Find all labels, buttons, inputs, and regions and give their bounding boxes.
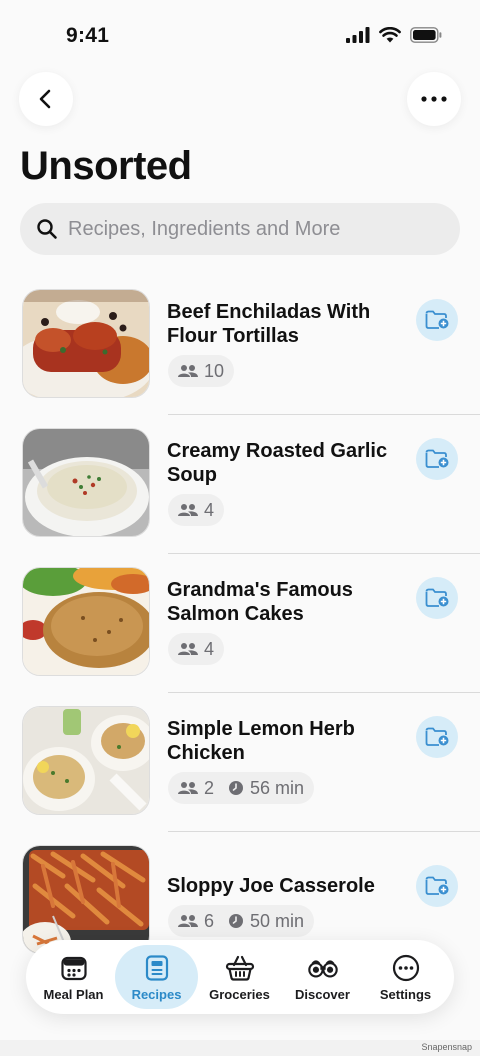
search-bar[interactable]: [20, 203, 460, 255]
cook-time: 56 min: [228, 778, 304, 799]
watermark: Snapensnap: [421, 1042, 472, 1052]
status-time: 9:41: [66, 24, 110, 47]
folder-add-icon: [425, 449, 449, 468]
cook-time-value: 50 min: [250, 910, 305, 931]
tab-bar: Meal Plan Recipes Groceries Discover Set…: [26, 940, 454, 1014]
servings-count: 6: [204, 910, 215, 931]
status-bar: 9:41: [0, 0, 480, 70]
people-icon: [178, 365, 198, 377]
app-screen: 9:41 Unsorted Recipes, Ingredients and M…: [0, 0, 480, 1040]
recipe-photo: [22, 567, 150, 676]
add-to-folder-button[interactable]: [416, 577, 458, 619]
basket-icon: [225, 953, 255, 983]
search-icon: [37, 219, 57, 239]
recipe-meta: 2 56 min: [168, 772, 315, 804]
folder-add-icon: [425, 588, 449, 607]
recipe-meta: 4: [168, 494, 225, 526]
tab-meal-plan[interactable]: Meal Plan: [32, 945, 115, 1009]
more-options-button[interactable]: [407, 72, 461, 126]
cook-time-value: 56 min: [250, 777, 305, 798]
footer-strip: Snapensnap: [0, 1040, 480, 1056]
servings: 2: [178, 778, 214, 799]
recipe-title: Grandma's Famous Salmon Cakes: [167, 579, 353, 625]
servings-count: 2: [204, 777, 215, 798]
recipe-row[interactable]: Creamy Roasted Garlic Soup 4: [0, 415, 480, 554]
recipe-photo: [22, 845, 150, 954]
meal-plan-icon: [59, 953, 89, 983]
tab-label: Groceries: [209, 986, 270, 1002]
recipe-photo: [22, 289, 150, 398]
recipe-photo: [22, 706, 150, 815]
folder-add-icon: [425, 310, 449, 329]
cook-time: 50 min: [228, 911, 304, 932]
tab-label: Meal Plan: [43, 986, 104, 1002]
people-icon: [178, 915, 198, 927]
servings-count: 4: [204, 638, 215, 659]
cellular-signal-icon: [346, 27, 370, 43]
recipe-row[interactable]: Simple Lemon Herb Chicken 2 56 min: [0, 693, 480, 832]
recipe-photo: [22, 428, 150, 537]
tab-groceries[interactable]: Groceries: [198, 945, 281, 1009]
battery-icon: [410, 27, 442, 43]
recipe-meta: 10: [168, 355, 235, 387]
recipe-row[interactable]: Beef Enchiladas With Flour Tortillas 10: [0, 276, 480, 415]
servings: 6: [178, 911, 214, 932]
add-to-folder-button[interactable]: [416, 716, 458, 758]
servings: 4: [178, 639, 214, 660]
recipe-title: Creamy Roasted Garlic Soup: [167, 440, 388, 486]
people-icon: [178, 643, 198, 655]
servings-count: 4: [204, 499, 215, 520]
recipe-meta: 4: [168, 633, 225, 665]
tab-discover[interactable]: Discover: [281, 945, 364, 1009]
recipe-book-icon: [142, 953, 172, 983]
search-input[interactable]: [68, 217, 438, 241]
people-icon: [178, 504, 198, 516]
tab-label: Recipes: [131, 986, 182, 1002]
add-to-folder-button[interactable]: [416, 865, 458, 907]
servings: 4: [178, 500, 214, 521]
status-icons: [346, 27, 442, 43]
folder-add-icon: [425, 876, 449, 895]
back-button[interactable]: [19, 72, 73, 126]
tab-settings[interactable]: Settings: [364, 945, 447, 1009]
servings-count: 10: [204, 360, 225, 381]
servings: 10: [178, 361, 224, 382]
recipe-row[interactable]: Grandma's Famous Salmon Cakes 4: [0, 554, 480, 693]
page-title: Unsorted: [20, 144, 192, 188]
recipe-meta: 6 50 min: [168, 905, 315, 937]
people-icon: [178, 782, 198, 794]
tab-label: Discover: [295, 986, 350, 1002]
recipe-list: Beef Enchiladas With Flour Tortillas 10: [0, 276, 480, 971]
recipe-title: Sloppy Joe Casserole: [167, 875, 375, 897]
add-to-folder-button[interactable]: [416, 438, 458, 480]
add-to-folder-button[interactable]: [416, 299, 458, 341]
chevron-left-icon: [39, 89, 51, 109]
folder-add-icon: [425, 727, 449, 746]
tab-recipes[interactable]: Recipes: [115, 945, 198, 1009]
binoculars-icon: [307, 953, 338, 983]
recipe-title: Beef Enchiladas With Flour Tortillas: [167, 301, 371, 347]
recipe-title: Simple Lemon Herb Chicken: [167, 718, 355, 764]
ellipsis-icon: [421, 96, 447, 102]
more-circle-icon: [391, 953, 421, 983]
wifi-icon: [379, 27, 401, 43]
tab-label: Settings: [379, 986, 432, 1002]
clock-icon: [229, 781, 244, 795]
clock-icon: [229, 914, 244, 928]
